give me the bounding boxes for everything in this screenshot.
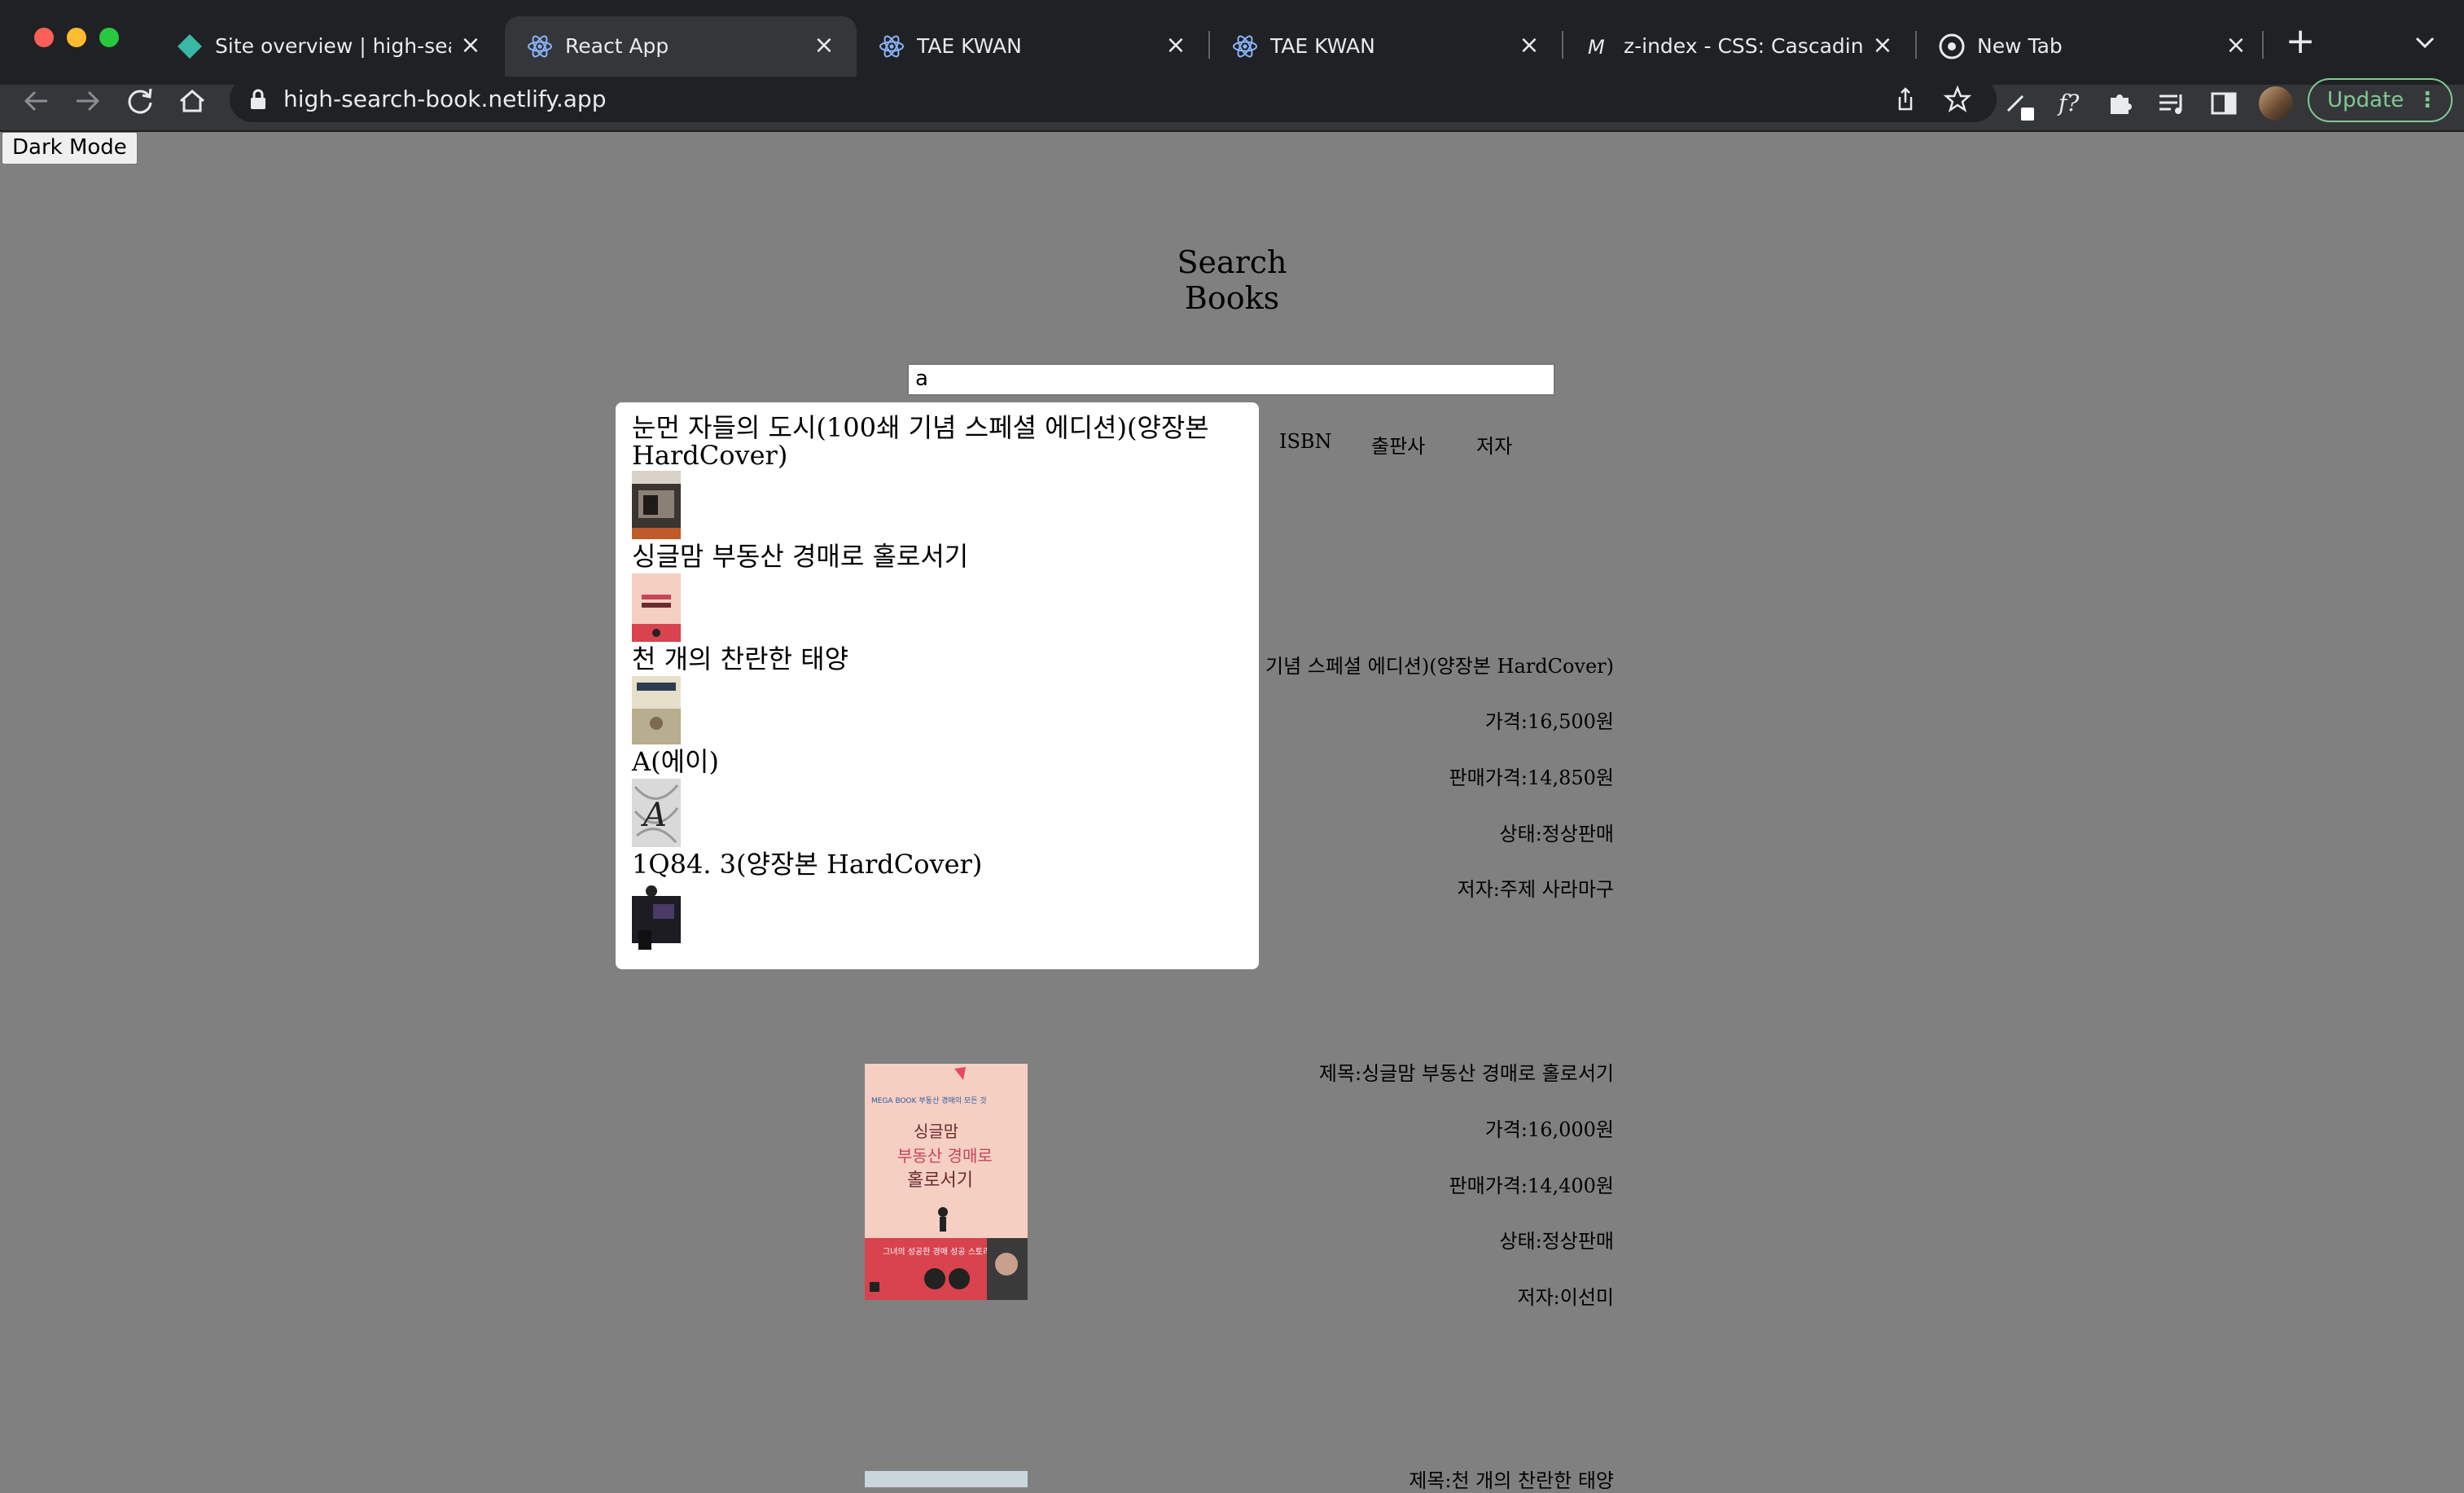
- react-icon: [879, 35, 904, 58]
- bookmark-star-icon[interactable]: [1943, 85, 1972, 114]
- puzzle-extensions-icon[interactable]: [2102, 85, 2140, 122]
- update-button[interactable]: Update ⋮: [2308, 78, 2453, 122]
- react-icon: [528, 35, 552, 58]
- netlify-icon: [178, 34, 202, 59]
- book-title: 제목:싱글맘 부동산 경매로 홀로서기: [1318, 1062, 1614, 1085]
- svg-text:M: M: [1588, 36, 1605, 59]
- suggestion-title[interactable]: A(에이): [632, 748, 1251, 775]
- suggestion-title[interactable]: 천 개의 찬란한 태양: [632, 645, 1251, 673]
- mdn-icon: M: [1588, 36, 1605, 59]
- filter-isbn[interactable]: ISBN: [1279, 430, 1332, 453]
- function-extension-icon[interactable]: f?: [2052, 85, 2089, 122]
- book-cover-image: MEGA BOOK 부동산 경매의 모든 것 싱글맘 부동산 경매로 홀로서기 …: [865, 1064, 1028, 1300]
- close-window-button[interactable]: [34, 28, 54, 47]
- url-text[interactable]: high-search-book.netlify.app: [283, 77, 606, 122]
- suggestion-cover-thumbnail[interactable]: [632, 573, 681, 642]
- more-options-icon[interactable]: ⋮: [2417, 80, 2438, 121]
- book-cover-image: [865, 1471, 1028, 1487]
- tab-label: React App: [565, 34, 669, 58]
- search-suggestions-dropdown: 눈먼 자들의 도시(100쇄 기념 스페셜 에디션)(양장본 HardCover…: [616, 402, 1259, 969]
- lock-icon[interactable]: [248, 88, 269, 111]
- book-price: 가격:16,500원: [1484, 710, 1614, 733]
- page-title: Search Books: [1177, 244, 1287, 316]
- svg-text:홀로서기: 홀로서기: [907, 1170, 973, 1191]
- book-sale-price: 판매가격:14,400원: [1449, 1175, 1614, 1197]
- tab-label: New Tab: [1977, 34, 2063, 58]
- tab-new-tab[interactable]: New Tab ×: [1917, 16, 2269, 85]
- side-panel-icon[interactable]: [2205, 85, 2243, 122]
- close-tab-icon[interactable]: ×: [809, 31, 839, 60]
- suggestion-cover-thumbnail[interactable]: [632, 881, 681, 950]
- cover-top-text: MEGA BOOK 부동산 경매의 모든 것: [871, 1096, 987, 1105]
- reload-icon[interactable]: [117, 78, 163, 124]
- maximize-window-button[interactable]: [99, 28, 119, 47]
- dark-mode-button[interactable]: Dark Mode: [2, 132, 138, 165]
- book-author: 저자:이선미: [1517, 1286, 1615, 1309]
- address-bar[interactable]: high-search-book.netlify.app: [230, 77, 1997, 122]
- pen-extension-icon[interactable]: [2000, 85, 2037, 122]
- search-input[interactable]: a: [907, 363, 1555, 396]
- suggestion-cover-thumbnail[interactable]: A: [632, 779, 681, 847]
- tab-label: TAE KWAN: [1270, 34, 1375, 58]
- book-title: 제목:천 개의 찬란한 태양: [1409, 1469, 1614, 1492]
- toolbar-divider: [0, 130, 2464, 132]
- close-tab-icon[interactable]: ×: [1868, 31, 1897, 60]
- chrome-icon: [1939, 33, 1965, 59]
- book-author: 저자:주제 사라마구: [1457, 878, 1614, 901]
- media-queue-icon[interactable]: [2153, 85, 2190, 122]
- tab-label: z-index - CSS: Cascading Style Sheets | …: [1624, 34, 1863, 58]
- minimize-window-button[interactable]: [67, 28, 86, 47]
- book-status: 상태:정상판매: [1499, 823, 1614, 845]
- suggestion-cover-thumbnail[interactable]: [632, 471, 681, 539]
- home-icon[interactable]: [169, 78, 215, 124]
- suggestion-title[interactable]: 1Q84. 3(양장본 HardCover): [632, 850, 1251, 878]
- filter-publisher[interactable]: 출판사: [1371, 430, 1425, 459]
- close-tab-icon[interactable]: ×: [2221, 31, 2251, 60]
- svg-text:싱글맘: 싱글맘: [914, 1122, 958, 1141]
- tab-label: Site overview | high-search-book: [215, 34, 451, 58]
- close-tab-icon[interactable]: ×: [1515, 31, 1544, 60]
- tab-search-chevron-icon[interactable]: [2410, 28, 2440, 57]
- new-tab-button[interactable]: +: [2280, 21, 2321, 62]
- update-label: Update: [2327, 88, 2405, 112]
- close-tab-icon[interactable]: ×: [456, 31, 485, 60]
- tab-tae-kwan-2[interactable]: TAE KWAN ×: [1210, 16, 1562, 85]
- forward-arrow-icon[interactable]: [65, 78, 111, 124]
- close-tab-icon[interactable]: ×: [1161, 31, 1190, 60]
- react-icon: [1233, 35, 1257, 58]
- svg-text:f?: f?: [2057, 90, 2080, 116]
- tab-react-app[interactable]: React App ×: [505, 16, 857, 85]
- profile-avatar[interactable]: [2259, 86, 2293, 121]
- book-sale-price: 판매가격:14,850원: [1449, 766, 1614, 789]
- browser-tab-bar: Site overview | high-search-book × React…: [0, 0, 2464, 85]
- book-price: 가격:16,000원: [1484, 1118, 1614, 1141]
- tab-mdn-z-index[interactable]: M z-index - CSS: Cascading Style Sheets …: [1563, 16, 1915, 85]
- cover-bottom-text: 그녀의 성공한 경매 성공 스토리!: [883, 1246, 993, 1257]
- tab-separator: [2262, 31, 2264, 59]
- suggestion-title[interactable]: 눈먼 자들의 도시(100쇄 기념 스페셜 에디션)(양장본 HardCover…: [632, 414, 1251, 469]
- tab-label: TAE KWAN: [917, 34, 1022, 58]
- suggestion-title[interactable]: 싱글맘 부동산 경매로 홀로서기: [632, 542, 1251, 570]
- svg-text:A: A: [640, 797, 667, 834]
- book-status: 상태:정상판매: [1499, 1230, 1614, 1253]
- svg-text:부동산 경매로: 부동산 경매로: [897, 1146, 993, 1166]
- tab-site-overview[interactable]: Site overview | high-search-book ×: [155, 16, 503, 85]
- back-arrow-icon[interactable]: [13, 78, 59, 124]
- suggestion-cover-thumbnail[interactable]: [632, 676, 681, 744]
- filter-author[interactable]: 저자: [1476, 430, 1512, 459]
- share-icon[interactable]: [1891, 85, 1920, 114]
- tab-tae-kwan-1[interactable]: TAE KWAN ×: [857, 16, 1208, 85]
